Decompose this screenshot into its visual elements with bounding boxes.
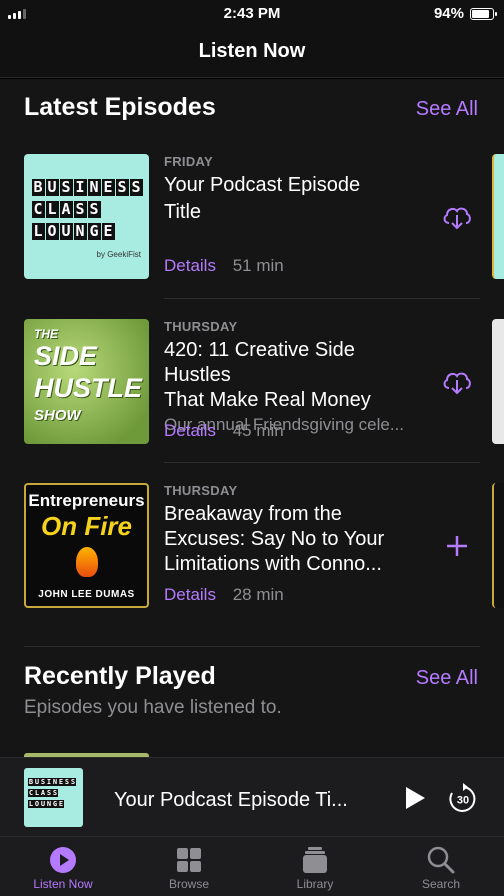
episode-title-line1: 420: 11 Creative Side Hustles xyxy=(164,339,355,386)
play-icon[interactable] xyxy=(400,784,428,812)
artwork-text-class: CLASS xyxy=(32,200,101,218)
recent-see-all-button[interactable]: See All xyxy=(416,667,478,690)
tab-label: Search xyxy=(421,877,461,891)
divider xyxy=(164,298,480,299)
download-icon[interactable] xyxy=(440,200,474,234)
tab-bar: Listen Now Browse Library Search xyxy=(0,836,504,896)
artwork-text-on-fire: On Fire xyxy=(40,511,132,541)
artwork-text-show: SHOW xyxy=(34,407,81,424)
plus-icon[interactable] xyxy=(440,529,474,563)
status-bar: 2:43 PM 94% xyxy=(0,0,504,28)
episode-text: FRIDAY Your Podcast Episode Title xyxy=(164,154,426,225)
play-circle-icon xyxy=(50,847,76,873)
episode-card[interactable]: THE SIDE HUSTLE SHOW THURSDAY 420: 11 Cr… xyxy=(24,319,480,445)
episode-title-line2: Title xyxy=(164,201,202,223)
episode-day: THURSDAY xyxy=(164,483,238,498)
download-icon[interactable] xyxy=(440,365,474,399)
skip-forward-30-icon[interactable]: 30 xyxy=(446,782,480,816)
artwork-text-hustle: HUSTLE xyxy=(34,373,142,403)
artwork-text-lounge: LOUNGE xyxy=(28,800,64,808)
next-episode-peek[interactable] xyxy=(492,319,504,444)
stack-icon xyxy=(303,847,327,873)
latest-see-all-button[interactable]: See All xyxy=(416,98,478,121)
navigation-bar: Listen Now xyxy=(0,28,504,78)
page-title: Listen Now xyxy=(198,40,306,62)
recently-played-subtitle: Episodes you have listened to. xyxy=(24,697,282,718)
episode-day: THURSDAY xyxy=(164,319,238,334)
episode-details-link[interactable]: Details xyxy=(164,421,216,440)
divider xyxy=(164,462,480,463)
mini-player-title[interactable]: Your Podcast Episode Ti... xyxy=(114,789,376,812)
tab-label: Listen Now xyxy=(33,877,93,891)
latest-episodes-title: Latest Episodes xyxy=(24,93,216,121)
episode-title-line1: Breakaway from the xyxy=(164,503,342,525)
episode-duration: 28 min xyxy=(232,585,284,604)
status-time: 2:43 PM xyxy=(223,5,281,22)
artwork-text-class: CLASS xyxy=(28,789,58,797)
recently-played-header: Recently Played See All xyxy=(24,662,478,691)
episode-details-link[interactable]: Details xyxy=(164,585,216,604)
episode-title-line3: Limitations with Conno... xyxy=(164,553,382,575)
episode-duration: 51 min xyxy=(232,256,284,275)
artwork-text-business: BUSINESS xyxy=(28,778,76,786)
episode-duration: 45 min xyxy=(232,421,284,440)
artwork-text-entrepreneurs: Entrepreneurs xyxy=(28,491,145,510)
tab-listen-now[interactable]: Listen Now xyxy=(8,845,118,891)
episode-artwork[interactable]: THE SIDE HUSTLE SHOW xyxy=(24,319,149,444)
episode-meta: Details 51 min xyxy=(164,256,284,276)
artwork-text-side: SIDE xyxy=(34,341,98,371)
episode-title-line1: Your Podcast Episode xyxy=(164,174,361,196)
next-episode-peek[interactable] xyxy=(492,483,504,608)
latest-episodes-header: Latest Episodes See All xyxy=(24,93,478,122)
tab-label: Library xyxy=(296,877,334,891)
episode-text: THURSDAY Breakaway from the Excuses: Say… xyxy=(164,483,426,577)
episode-artwork[interactable]: BUSINESS CLASS LOUNGE by GeekiFist xyxy=(24,154,149,279)
artwork-text-lounge: LOUNGE xyxy=(32,222,115,240)
episode-day: FRIDAY xyxy=(164,154,213,169)
episode-details-link[interactable]: Details xyxy=(164,256,216,275)
flame-icon xyxy=(76,547,98,577)
episode-card[interactable]: BUSINESS CLASS LOUNGE by GeekiFist FRIDA… xyxy=(24,154,480,280)
artwork-text-the: THE xyxy=(34,327,58,341)
mini-player[interactable]: BUSINESS CLASS LOUNGE Your Podcast Episo… xyxy=(0,757,504,836)
search-icon xyxy=(427,846,455,874)
episode-meta: Details 45 min xyxy=(164,421,284,441)
episode-text: THURSDAY 420: 11 Creative Side Hustles T… xyxy=(164,319,426,435)
artwork-text-host: JOHN LEE DUMAS xyxy=(38,589,135,600)
episode-card[interactable]: Entrepreneurs On Fire JOHN LEE DUMAS THU… xyxy=(24,483,480,609)
tab-label: Browse xyxy=(168,877,209,891)
episode-title-line2: That Make Real Money xyxy=(164,389,371,411)
grid-icon xyxy=(177,848,201,872)
tab-search[interactable]: Search xyxy=(386,845,496,891)
divider xyxy=(24,646,480,647)
tab-browse[interactable]: Browse xyxy=(134,845,244,891)
episode-artwork[interactable]: Entrepreneurs On Fire JOHN LEE DUMAS xyxy=(24,483,149,608)
listen-now-content[interactable]: Latest Episodes See All BUSINESS CLASS L… xyxy=(0,79,504,757)
artwork-text-business: BUSINESS xyxy=(32,178,143,196)
tab-library[interactable]: Library xyxy=(260,845,370,891)
episode-meta: Details 28 min xyxy=(164,585,284,605)
next-episode-peek[interactable] xyxy=(492,154,504,279)
battery-percent: 94% xyxy=(433,5,464,22)
artwork-byline: by GeekiFist xyxy=(96,250,141,259)
skip-label: 30 xyxy=(457,795,469,807)
episode-title-line2: Excuses: Say No to Your xyxy=(164,528,385,550)
recently-played-title: Recently Played xyxy=(24,662,216,690)
mini-player-artwork[interactable]: BUSINESS CLASS LOUNGE xyxy=(24,768,83,827)
battery-icon xyxy=(470,8,497,20)
